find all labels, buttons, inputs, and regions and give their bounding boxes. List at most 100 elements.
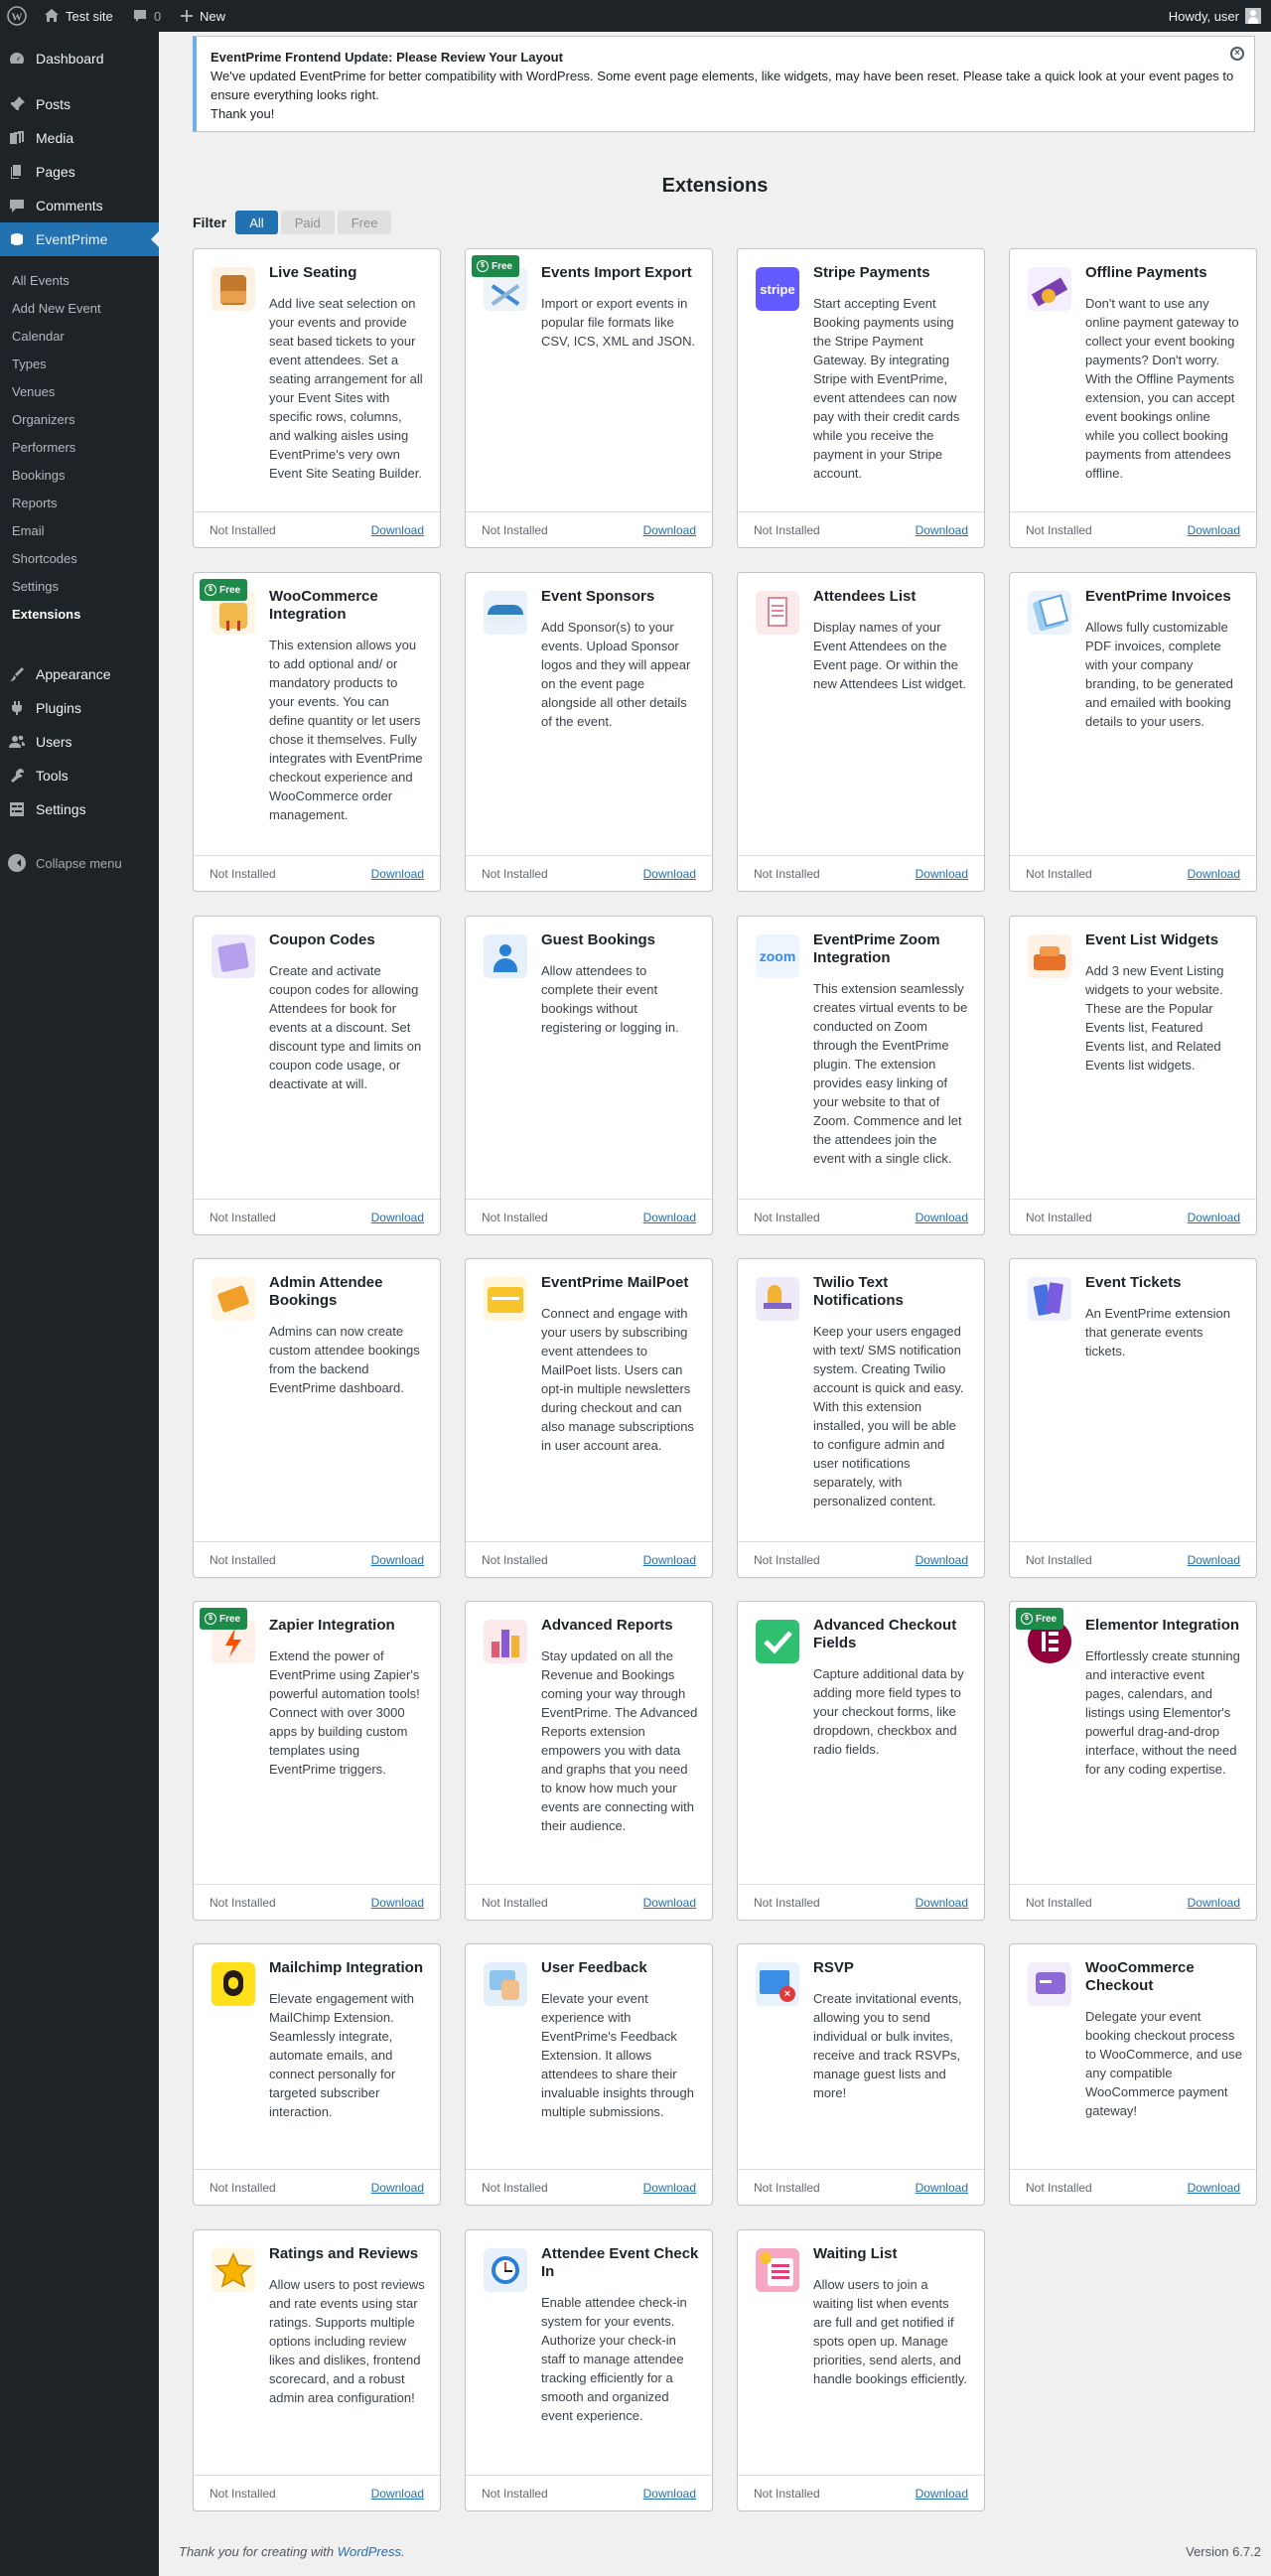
download-link[interactable]: Download [371, 523, 424, 537]
menu-media[interactable]: Media [0, 121, 159, 155]
card-footer: Not Installed Download [738, 1541, 984, 1577]
extension-title: Waiting List [813, 2245, 898, 2262]
download-link[interactable]: Download [916, 1896, 968, 1910]
submenu-item[interactable]: Shortcodes [0, 544, 159, 572]
card-footer: Not Installed Download [466, 1541, 712, 1577]
plugin-icon [8, 699, 26, 717]
paintbrush-icon [8, 665, 26, 683]
download-link[interactable]: Download [1188, 1553, 1240, 1567]
download-link[interactable]: Download [643, 1553, 696, 1567]
submenu-item[interactable]: Types [0, 350, 159, 377]
wordpress-link[interactable]: WordPress [338, 2544, 401, 2559]
extension-description: Keep your users engaged with text/ SMS n… [813, 1324, 964, 1508]
download-link[interactable]: Download [643, 867, 696, 881]
install-status: Not Installed [482, 2180, 548, 2195]
extension-card: EventPrime Invoices Allows fully customiz… [1009, 572, 1257, 892]
submenu-item[interactable]: Settings [0, 572, 159, 600]
download-link[interactable]: Download [643, 2487, 696, 2501]
new-content-link[interactable]: New [180, 0, 225, 32]
submenu-item[interactable]: All Events [0, 266, 159, 294]
extension-card: × RSVP Create invitational events, allowin… [737, 1943, 985, 2206]
install-status: Not Installed [482, 866, 548, 881]
extension-description: Add Sponsor(s) to your events. Upload Sp… [541, 620, 691, 729]
extension-card: Attendee Event Check In Enable attendee c… [465, 2229, 713, 2511]
checkout-fields-icon [756, 1620, 799, 1663]
extension-title: Coupon Codes [269, 931, 375, 948]
plus-icon [181, 10, 193, 22]
card-footer: Not Installed Download [466, 1199, 712, 1234]
menu-label: Appearance [36, 666, 111, 682]
submenu-item[interactable]: Email [0, 516, 159, 544]
download-link[interactable]: Download [643, 2181, 696, 2195]
comment-bubble-icon [134, 10, 146, 22]
free-badge: $ Free [1016, 1608, 1064, 1630]
free-badge-label: Free [219, 1613, 241, 1625]
download-link[interactable]: Download [371, 1211, 424, 1224]
menu-eventprime[interactable]: EventPrime [0, 222, 159, 256]
menu-dashboard[interactable]: Dashboard [0, 42, 159, 75]
download-link[interactable]: Download [371, 1553, 424, 1567]
menu-pages[interactable]: Pages [0, 155, 159, 189]
download-link[interactable]: Download [371, 1896, 424, 1910]
comments-count: 0 [154, 8, 162, 24]
menu-posts[interactable]: Posts [0, 87, 159, 121]
notice-title: EventPrime Frontend Update: Please Revie… [211, 50, 563, 65]
dismiss-notice-close-icon[interactable]: × [1230, 47, 1244, 61]
menu-tools[interactable]: Tools [0, 759, 159, 792]
collapse-menu-button[interactable]: Collapse menu [0, 846, 159, 880]
comments-link[interactable]: 0 [132, 0, 161, 32]
menu-appearance[interactable]: Appearance [0, 657, 159, 691]
submenu-item[interactable]: Extensions [0, 600, 159, 628]
download-link[interactable]: Download [1188, 1896, 1240, 1910]
howdy-text: Howdy, user [1168, 8, 1239, 24]
download-link[interactable]: Download [643, 523, 696, 537]
site-name-link[interactable]: Test site [44, 0, 113, 32]
install-status: Not Installed [482, 1552, 548, 1567]
card-footer: Not Installed Download [1010, 2169, 1256, 2205]
widgets-icon [1028, 934, 1071, 978]
extension-description: An EventPrime extension that generate ev… [1085, 1306, 1230, 1359]
download-link[interactable]: Download [916, 867, 968, 881]
menu-settings[interactable]: Settings [0, 792, 159, 826]
download-link[interactable]: Download [916, 1553, 968, 1567]
extension-card: Guest Bookings Allow attendees to complet… [465, 916, 713, 1235]
install-status: Not Installed [210, 1895, 276, 1910]
install-status: Not Installed [210, 2486, 276, 2501]
download-link[interactable]: Download [1188, 867, 1240, 881]
download-link[interactable]: Download [371, 2487, 424, 2501]
submenu-item[interactable]: Organizers [0, 405, 159, 433]
menu-plugins[interactable]: Plugins [0, 691, 159, 725]
submenu-item[interactable]: Venues [0, 377, 159, 405]
download-link[interactable]: Download [916, 2181, 968, 2195]
download-link[interactable]: Download [1188, 2181, 1240, 2195]
submenu-item[interactable]: Calendar [0, 322, 159, 350]
submenu-item[interactable]: Add New Event [0, 294, 159, 322]
download-link[interactable]: Download [1188, 1211, 1240, 1224]
download-link[interactable]: Download [643, 1896, 696, 1910]
download-link[interactable]: Download [1188, 523, 1240, 537]
install-status: Not Installed [210, 2180, 276, 2195]
filter-free-button[interactable]: Free [337, 211, 392, 234]
menu-comments[interactable]: Comments [0, 189, 159, 222]
filter-paid-button[interactable]: Paid [280, 211, 335, 234]
download-link[interactable]: Download [371, 867, 424, 881]
filter-all-button[interactable]: All [235, 211, 278, 234]
dollar-icon: $ [205, 584, 216, 596]
submenu-item[interactable]: Reports [0, 489, 159, 516]
extension-card: Coupon Codes Create and activate coupon c… [193, 916, 441, 1235]
extension-title: Stripe Payments [813, 264, 930, 281]
download-link[interactable]: Download [916, 2487, 968, 2501]
download-link[interactable]: Download [371, 2181, 424, 2195]
extension-card: $ Free Elementor Integration Effortlessly c… [1009, 1601, 1257, 1921]
my-account-link[interactable]: Howdy, user [1169, 0, 1261, 32]
download-link[interactable]: Download [643, 1211, 696, 1224]
wordpress-logo-icon[interactable]: W [7, 0, 27, 32]
menu-users[interactable]: Users [0, 725, 159, 759]
card-footer: Not Installed Download [466, 2475, 712, 2510]
reports-icon [484, 1620, 527, 1663]
download-link[interactable]: Download [916, 523, 968, 537]
dollar-icon: $ [1021, 1613, 1033, 1625]
submenu-item[interactable]: Bookings [0, 461, 159, 489]
download-link[interactable]: Download [916, 1211, 968, 1224]
submenu-item[interactable]: Performers [0, 433, 159, 461]
